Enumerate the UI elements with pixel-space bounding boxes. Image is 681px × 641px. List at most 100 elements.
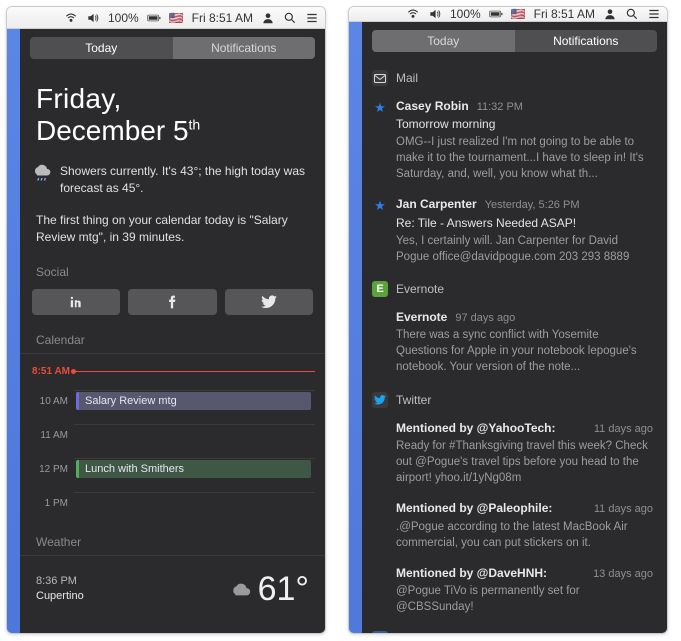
hour-label: 10 AM — [30, 390, 74, 407]
notif-subject: Tomorrow morning — [396, 116, 653, 133]
notif-preview: .@Pogue according to the latest MacBook … — [396, 519, 653, 551]
notif-sender: Mentioned by @YahooTech: — [396, 420, 556, 437]
tab-notifications[interactable]: Notifications — [515, 30, 658, 52]
notif-time: 97 days ago — [455, 311, 515, 326]
now-indicator: 8:51 AM — [20, 360, 325, 377]
evernote-icon: E — [372, 281, 388, 297]
wifi-icon[interactable] — [406, 7, 420, 21]
section-calendar: Calendar — [20, 329, 325, 354]
user-icon[interactable] — [603, 7, 617, 21]
spotlight-icon[interactable] — [283, 11, 297, 25]
weather-localtime: 8:36 PM — [36, 574, 84, 589]
notification-center-icon[interactable] — [647, 7, 661, 21]
hour-label: 11 AM — [30, 424, 74, 441]
facebook-icon: f — [372, 631, 388, 634]
twitter-icon — [372, 392, 388, 408]
notif-preview: There was a sync conflict with Yosemite … — [396, 327, 653, 375]
desktop-strip — [349, 22, 362, 634]
battery-icon[interactable] — [489, 7, 503, 21]
section-weather: Weather — [20, 531, 325, 556]
mail-icon — [372, 70, 388, 86]
notif-preview: Ready for #Thanksgiving travel this week… — [396, 438, 653, 486]
tab-today[interactable]: Today — [372, 30, 515, 52]
rain-icon — [32, 163, 52, 198]
weather-temp: 61° — [258, 570, 309, 609]
notif-sender: Casey Robin — [396, 98, 469, 115]
notification-item[interactable]: ★ Jan Carpenter Yesterday, 5:26 PM Re: Ti… — [362, 190, 667, 272]
twitter-button[interactable] — [225, 289, 313, 315]
linkedin-button[interactable] — [32, 289, 120, 315]
notif-sender: Mentioned by @DaveHNH: — [396, 565, 547, 582]
notif-subject: Re: Tile - Answers Needed ASAP! — [396, 215, 653, 232]
tab-today[interactable]: Today — [30, 37, 173, 59]
battery-percent: 100% — [108, 11, 139, 25]
star-icon: ★ — [374, 100, 386, 182]
weather-widget[interactable]: 8:36 PM Cupertino 61° — [20, 562, 325, 619]
date: December 5th — [36, 115, 309, 147]
notif-preview: Yes, I certainly will. Jan Carpenter for… — [396, 233, 653, 265]
battery-icon[interactable] — [147, 11, 161, 25]
notif-time: 11:32 PM — [477, 100, 523, 115]
facebook-button[interactable] — [128, 289, 216, 315]
sound-icon[interactable] — [428, 7, 442, 21]
notification-center-icon[interactable] — [305, 11, 319, 25]
social-row — [20, 285, 325, 329]
weather-city: Cupertino — [36, 589, 84, 604]
notif-preview: @Pogue TiVo is permanently set for @CBSS… — [396, 583, 653, 615]
group-header-evernote[interactable]: E Evernote — [362, 273, 667, 303]
hour-label: 12 PM — [30, 458, 74, 475]
desktop-strip — [7, 29, 20, 633]
notification-item[interactable]: ★ Casey Robin 11:32 PM Tomorrow morning O… — [362, 92, 667, 190]
calendar-event[interactable]: Lunch with Smithers — [76, 460, 311, 478]
notif-sender: Mentioned by @Paleophile: — [396, 500, 552, 517]
group-header-mail[interactable]: Mail — [362, 62, 667, 92]
group-app-name: Evernote — [396, 282, 444, 296]
date-ordinal: th — [189, 117, 201, 133]
group-app-name: Mail — [396, 71, 418, 85]
weather-text: Showers currently. It's 43°; the high to… — [60, 163, 309, 198]
notif-time: 11 days ago — [594, 502, 653, 517]
wifi-icon[interactable] — [64, 11, 78, 25]
date-main: December 5 — [36, 115, 189, 146]
section-social: Social — [20, 261, 325, 285]
tab-bar: Today Notifications — [362, 22, 667, 62]
menubar-clock[interactable]: Fri 8:51 AM — [534, 7, 595, 21]
input-flag[interactable]: 🇺🇸 — [511, 7, 526, 21]
today-panel: 100% 🇺🇸 Fri 8:51 AM Today Notifications … — [6, 6, 326, 634]
notif-sender: Jan Carpenter — [396, 196, 477, 213]
menubar: 100% 🇺🇸 Fri 8:51 AM — [7, 7, 325, 29]
spotlight-icon[interactable] — [625, 7, 639, 21]
group-header-facebook[interactable]: f Facebook — [362, 623, 667, 634]
hour-label: 1 PM — [30, 492, 74, 509]
notif-sender: Evernote — [396, 309, 447, 326]
calendar-next-note: The first thing on your calendar today i… — [20, 208, 325, 261]
notification-item[interactable]: Mentioned by @YahooTech: 11 days ago Read… — [362, 414, 667, 495]
group-app-name: Twitter — [396, 393, 431, 407]
group-app-name: Facebook — [396, 632, 449, 634]
tab-bar: Today Notifications — [20, 29, 325, 69]
notification-item[interactable]: Mentioned by @Paleophile: 11 days ago .@P… — [362, 494, 667, 559]
menubar-clock[interactable]: Fri 8:51 AM — [192, 11, 253, 25]
user-icon[interactable] — [261, 11, 275, 25]
notifications-list[interactable]: Mail ★ Casey Robin 11:32 PM Tomorrow morn… — [362, 62, 667, 634]
notif-time: 11 days ago — [594, 422, 653, 437]
notif-time: 13 days ago — [593, 567, 653, 582]
battery-percent: 100% — [450, 7, 481, 21]
notif-time: Yesterday, 5:26 PM — [485, 198, 580, 213]
tab-notifications[interactable]: Notifications — [173, 37, 316, 59]
calendar-event[interactable]: Salary Review mtg — [76, 392, 311, 410]
sound-icon[interactable] — [86, 11, 100, 25]
weather-summary: Showers currently. It's 43°; the high to… — [20, 157, 325, 208]
calendar-widget[interactable]: 8:51 AM 10 AM Salary Review mtg 11 AM 12… — [20, 360, 325, 525]
notification-item[interactable]: Mentioned by @DaveHNH: 13 days ago @Pogue… — [362, 559, 667, 624]
notifications-panel: 100% 🇺🇸 Fri 8:51 AM Today Notifications … — [348, 6, 668, 634]
input-flag[interactable]: 🇺🇸 — [169, 11, 184, 25]
now-time: 8:51 AM — [30, 366, 74, 377]
menubar: 100% 🇺🇸 Fri 8:51 AM — [349, 7, 667, 22]
star-icon: ★ — [374, 198, 386, 264]
date-heading: Friday, December 5th — [20, 69, 325, 157]
notification-item[interactable]: Evernote 97 days ago There was a sync con… — [362, 303, 667, 384]
cloud-icon — [230, 581, 252, 597]
group-header-twitter[interactable]: Twitter — [362, 384, 667, 414]
notif-preview: OMG--I just realized I'm not going to be… — [396, 134, 653, 182]
